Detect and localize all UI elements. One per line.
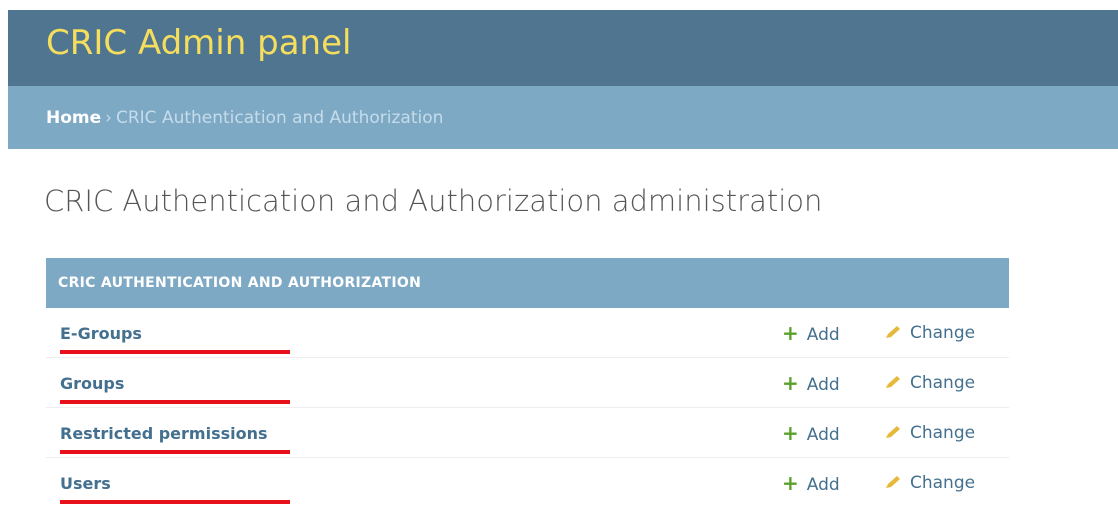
- model-link-egroups[interactable]: E-Groups: [60, 324, 142, 343]
- model-row-restricted-permissions: Restricted permissions + Add Change: [46, 408, 1009, 458]
- breadcrumb-separator: ›: [105, 108, 112, 128]
- annotation-underline: [60, 500, 290, 504]
- add-link[interactable]: + Add: [782, 423, 840, 445]
- change-link[interactable]: Change: [884, 373, 975, 393]
- header-bar: CRIC Admin panel: [8, 10, 1118, 86]
- pencil-icon: [886, 476, 900, 488]
- annotation-underline: [60, 450, 290, 454]
- change-link[interactable]: Change: [884, 423, 975, 443]
- plus-icon: +: [782, 471, 799, 495]
- plus-icon: +: [782, 371, 799, 395]
- change-label: Change: [910, 423, 976, 443]
- add-link[interactable]: + Add: [782, 323, 840, 345]
- breadcrumb: Home › CRIC Authentication and Authorizati…: [8, 86, 1118, 149]
- pencil-icon: [886, 326, 900, 338]
- add-link[interactable]: + Add: [782, 473, 840, 495]
- change-label: Change: [910, 473, 976, 493]
- change-label: Change: [910, 323, 976, 343]
- page-title: CRIC Authentication and Authorization ad…: [44, 184, 823, 218]
- plus-icon: +: [782, 321, 799, 345]
- site-title[interactable]: CRIC Admin panel: [46, 23, 351, 63]
- model-row-users: Users + Add Change: [46, 458, 1009, 506]
- change-link[interactable]: Change: [884, 323, 975, 343]
- model-link-users[interactable]: Users: [60, 474, 111, 493]
- add-label: Add: [806, 375, 840, 395]
- admin-page: CRIC Admin panel Home › CRIC Authenticatio…: [0, 0, 1118, 506]
- plus-icon: +: [782, 421, 799, 445]
- add-link[interactable]: + Add: [782, 373, 840, 395]
- add-label: Add: [806, 425, 840, 445]
- model-link-restricted-permissions[interactable]: Restricted permissions: [60, 424, 268, 443]
- breadcrumb-home-link[interactable]: Home: [46, 108, 101, 128]
- change-label: Change: [910, 373, 976, 393]
- module-caption[interactable]: CRIC AUTHENTICATION AND AUTHORIZATION: [46, 258, 1009, 308]
- annotation-underline: [60, 350, 290, 354]
- add-label: Add: [806, 475, 840, 495]
- pencil-icon: [886, 426, 900, 438]
- app-module: CRIC AUTHENTICATION AND AUTHORIZATION E-…: [46, 258, 1009, 506]
- change-link[interactable]: Change: [884, 473, 975, 493]
- pencil-icon: [886, 376, 900, 388]
- model-row-groups: Groups + Add Change: [46, 358, 1009, 408]
- breadcrumb-current: CRIC Authentication and Authorization: [115, 108, 444, 128]
- model-row-egroups: E-Groups + Add Change: [46, 308, 1009, 358]
- annotation-underline: [60, 400, 290, 404]
- model-link-groups[interactable]: Groups: [60, 374, 124, 393]
- add-label: Add: [806, 325, 840, 345]
